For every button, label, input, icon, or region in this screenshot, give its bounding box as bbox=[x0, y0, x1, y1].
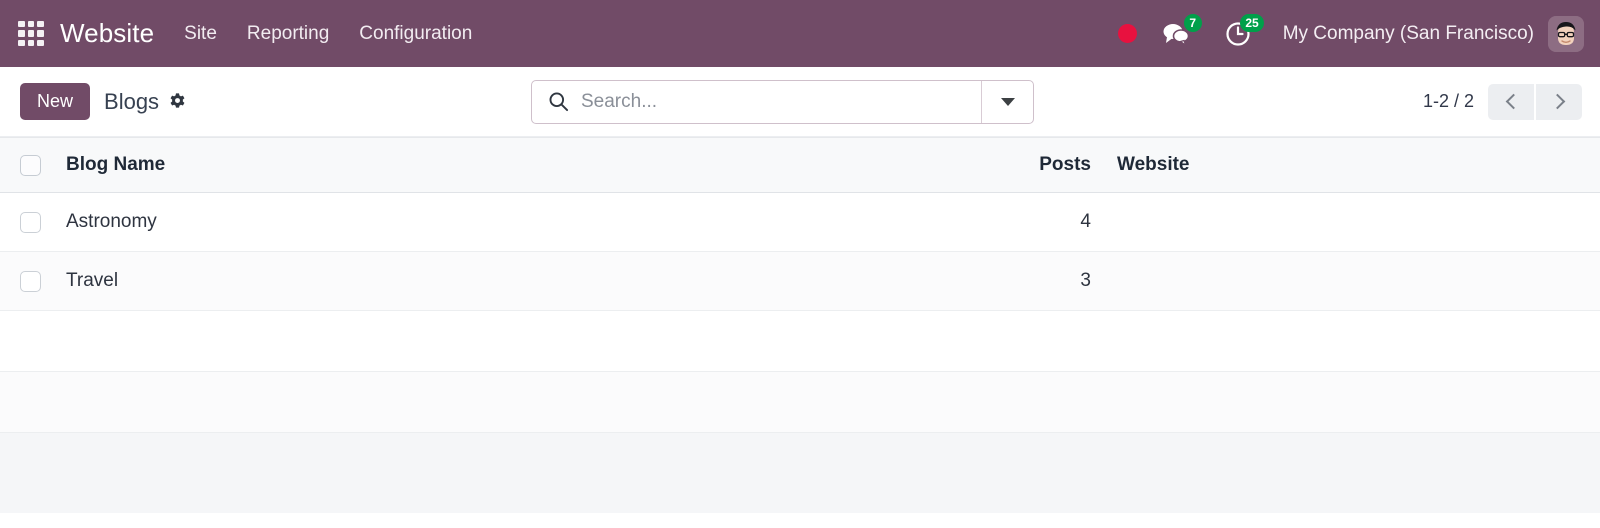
table-row[interactable]: Astronomy 4 bbox=[0, 192, 1600, 252]
row-select-cell bbox=[0, 193, 56, 252]
navbar-right-group: 7 25 My Company (San Francisco) bbox=[1117, 13, 1584, 52]
caret-down-icon bbox=[1000, 97, 1015, 106]
menu-item-site[interactable]: Site bbox=[184, 23, 217, 45]
messages-icon[interactable]: 7 bbox=[1159, 13, 1202, 51]
activity-badge-count: 25 bbox=[1240, 13, 1264, 32]
select-all-cell bbox=[0, 138, 56, 193]
menu-item-configuration[interactable]: Configuration bbox=[359, 23, 472, 45]
user-avatar[interactable] bbox=[1548, 15, 1584, 52]
column-header-posts[interactable]: Posts bbox=[1011, 138, 1095, 193]
row-checkbox[interactable] bbox=[20, 270, 41, 292]
pager-previous-button[interactable] bbox=[1488, 83, 1534, 120]
column-header-blog-name[interactable]: Blog Name bbox=[56, 138, 1011, 193]
chevron-right-icon bbox=[1549, 93, 1565, 110]
new-button[interactable]: New bbox=[20, 82, 91, 121]
menu-item-reporting[interactable]: Reporting bbox=[247, 23, 329, 45]
record-dot-icon bbox=[1117, 24, 1137, 43]
search-dropdown-toggle[interactable] bbox=[981, 80, 1033, 123]
app-brand-website[interactable]: Website bbox=[60, 18, 154, 49]
table-row[interactable]: Travel 3 bbox=[0, 251, 1600, 311]
apps-grid-icon[interactable] bbox=[18, 20, 44, 47]
search-bar bbox=[531, 79, 1034, 124]
pager-next-button[interactable] bbox=[1536, 83, 1582, 120]
table-body: Astronomy 4 Travel 3 bbox=[0, 192, 1600, 433]
table-header-row: Blog Name Posts Website bbox=[0, 137, 1600, 193]
pager-range: 1-2 / 2 bbox=[1422, 91, 1474, 111]
cell-website bbox=[1095, 193, 1600, 252]
cell-posts: 3 bbox=[1080, 270, 1091, 291]
activity-clock-icon[interactable]: 25 bbox=[1221, 13, 1264, 51]
search-input[interactable] bbox=[581, 90, 981, 113]
control-panel: New Blogs 1-2 / 2 bbox=[0, 67, 1600, 137]
search-icon bbox=[548, 91, 569, 112]
chevron-left-icon bbox=[1505, 93, 1521, 110]
row-checkbox[interactable] bbox=[20, 211, 41, 233]
gear-icon[interactable] bbox=[168, 92, 187, 111]
empty-row bbox=[0, 310, 1600, 372]
cell-blog-name: Travel bbox=[66, 270, 119, 291]
messages-badge-count: 7 bbox=[1183, 13, 1202, 32]
list-view: Blog Name Posts Website Astronomy 4 Trav… bbox=[0, 137, 1600, 513]
list-bottom-area bbox=[0, 433, 1600, 513]
table-header: Blog Name Posts Website bbox=[0, 137, 1600, 193]
cell-website bbox=[1095, 252, 1600, 311]
column-header-website[interactable]: Website bbox=[1095, 138, 1600, 193]
empty-row bbox=[0, 371, 1600, 433]
top-navbar: Website Site Reporting Configuration 7 2… bbox=[0, 0, 1600, 67]
breadcrumb: Blogs bbox=[104, 88, 160, 114]
cell-blog-name: Astronomy bbox=[66, 211, 157, 232]
navbar-left-group: Website Site Reporting Configuration bbox=[18, 18, 472, 49]
select-all-checkbox[interactable] bbox=[20, 154, 41, 176]
cell-posts: 4 bbox=[1080, 211, 1091, 232]
pager: 1-2 / 2 bbox=[1422, 83, 1582, 120]
company-switcher[interactable]: My Company (San Francisco) bbox=[1283, 23, 1534, 45]
row-select-cell bbox=[0, 252, 56, 311]
blogs-table: Blog Name Posts Website Astronomy 4 Trav… bbox=[0, 137, 1600, 433]
